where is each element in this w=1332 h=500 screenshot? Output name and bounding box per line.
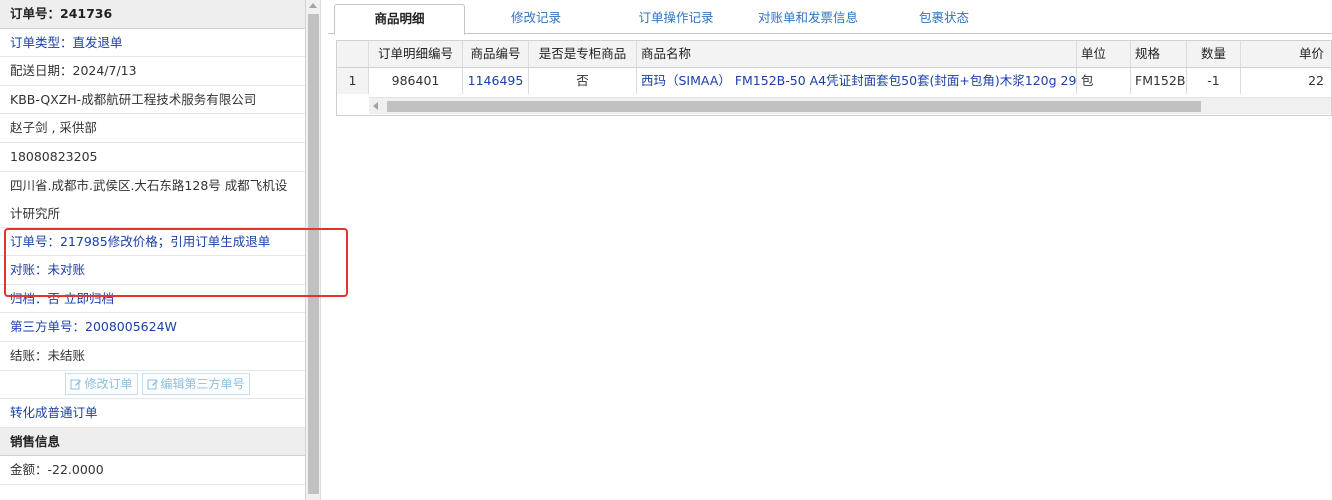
edit-third-party-label: 编辑第三方单号 — [160, 377, 245, 392]
archive-now-link[interactable]: 立即归档 — [64, 291, 114, 306]
cell-product-name-link[interactable]: 西玛（SIMAA） FM152B-50 A4凭证封面套包50套(封面+包角)木浆… — [637, 68, 1077, 94]
scroll-up-arrow-icon[interactable] — [309, 3, 317, 8]
cell-product-id-link[interactable]: 1146495 — [463, 68, 529, 94]
header-is-counter[interactable]: 是否是专柜商品 — [529, 41, 637, 67]
header-rownum — [337, 41, 369, 67]
tab-operation-log[interactable]: 订单操作记录 — [608, 4, 744, 34]
sales-amount: 金额：-22.0000 — [0, 456, 305, 485]
archive-status: 归档：否 立即归档 — [0, 285, 305, 314]
tab-statement-invoice[interactable]: 对账单和发票信息 — [738, 4, 878, 34]
delivery-address: 四川省.成都市.武侯区.大石东路128号 成都飞机设计研究所 — [0, 172, 305, 228]
order-type: 订单类型：直发退单 — [0, 29, 305, 58]
detail-panel: 商品明细 修改记录 订单操作记录 对账单和发票信息 包裹状态 订单明细编号 商品… — [328, 0, 1332, 500]
order-number-title: 订单号：241736 — [0, 0, 305, 29]
convert-to-normal-order-link[interactable]: 转化成普通订单 — [0, 399, 305, 428]
header-unit-price[interactable]: 单价 — [1241, 41, 1331, 67]
cell-detail-id: 986401 — [369, 68, 463, 94]
cell-quantity: -1 — [1187, 68, 1241, 94]
edit-third-party-button[interactable]: 编辑第三方单号 — [141, 373, 250, 396]
header-quantity[interactable]: 数量 — [1187, 41, 1241, 67]
action-buttons: 修改订单 编辑第三方单号 — [0, 371, 305, 400]
tab-package-status[interactable]: 包裹状态 — [888, 4, 1000, 34]
order-info-panel: 订单号：241736 订单类型：直发退单 配送日期：2024/7/13 KBB-… — [0, 0, 306, 500]
scrollbar-thumb[interactable] — [308, 14, 319, 494]
reconcile-status: 对账：未对账 — [0, 256, 305, 285]
contact-person: 赵子剑 , 采供部 — [0, 114, 305, 143]
contact-phone: 18080823205 — [0, 143, 305, 172]
tab-product-details[interactable]: 商品明细 — [334, 4, 465, 35]
third-party-number: 第三方单号：2008005624W — [0, 313, 305, 342]
scroll-left-arrow-icon[interactable] — [373, 102, 378, 110]
cell-unit-price: 22 — [1241, 68, 1331, 94]
tab-change-log[interactable]: 修改记录 — [478, 4, 594, 34]
cell-rownum: 1 — [337, 68, 369, 94]
edit-order-label: 修改订单 — [84, 377, 133, 392]
order-remark: 订单号：217985修改价格；引用订单生成退单 — [0, 228, 305, 257]
archive-label: 归档： — [10, 290, 48, 306]
table-horizontal-scrollbar[interactable] — [369, 97, 1331, 114]
edit-icon — [147, 379, 158, 390]
edit-order-button[interactable]: 修改订单 — [65, 373, 138, 396]
edit-icon — [70, 379, 82, 390]
cell-spec: FM152B — [1131, 68, 1187, 94]
cell-unit: 包 — [1077, 68, 1131, 94]
settlement-status: 结账：未结账 — [0, 342, 305, 371]
table-row[interactable]: 1 986401 1146495 否 西玛（SIMAA） FM152B-50 A… — [337, 68, 1331, 94]
header-unit[interactable]: 单位 — [1077, 41, 1131, 67]
table-header-row: 订单明细编号 商品编号 是否是专柜商品 商品名称 单位 规格 数量 单价 — [337, 41, 1331, 68]
left-panel-scrollbar[interactable] — [306, 0, 321, 500]
header-detail-id[interactable]: 订单明细编号 — [369, 41, 463, 67]
delivery-date: 配送日期：2024/7/13 — [0, 57, 305, 86]
product-detail-table: 订单明细编号 商品编号 是否是专柜商品 商品名称 单位 规格 数量 单价 1 9… — [336, 40, 1332, 116]
sales-info-header: 销售信息 — [0, 427, 305, 457]
header-spec[interactable]: 规格 — [1131, 41, 1187, 67]
detail-tabbar: 商品明细 修改记录 订单操作记录 对账单和发票信息 包裹状态 — [328, 4, 1332, 35]
archive-value: 否 — [47, 290, 61, 306]
customer-company: KBB-QXZH-成都航研工程技术服务有限公司 — [0, 86, 305, 115]
cell-is-counter: 否 — [529, 68, 637, 94]
scrollbar-thumb[interactable] — [387, 101, 1201, 112]
header-product-name[interactable]: 商品名称 — [637, 41, 1077, 67]
header-product-id[interactable]: 商品编号 — [463, 41, 529, 67]
